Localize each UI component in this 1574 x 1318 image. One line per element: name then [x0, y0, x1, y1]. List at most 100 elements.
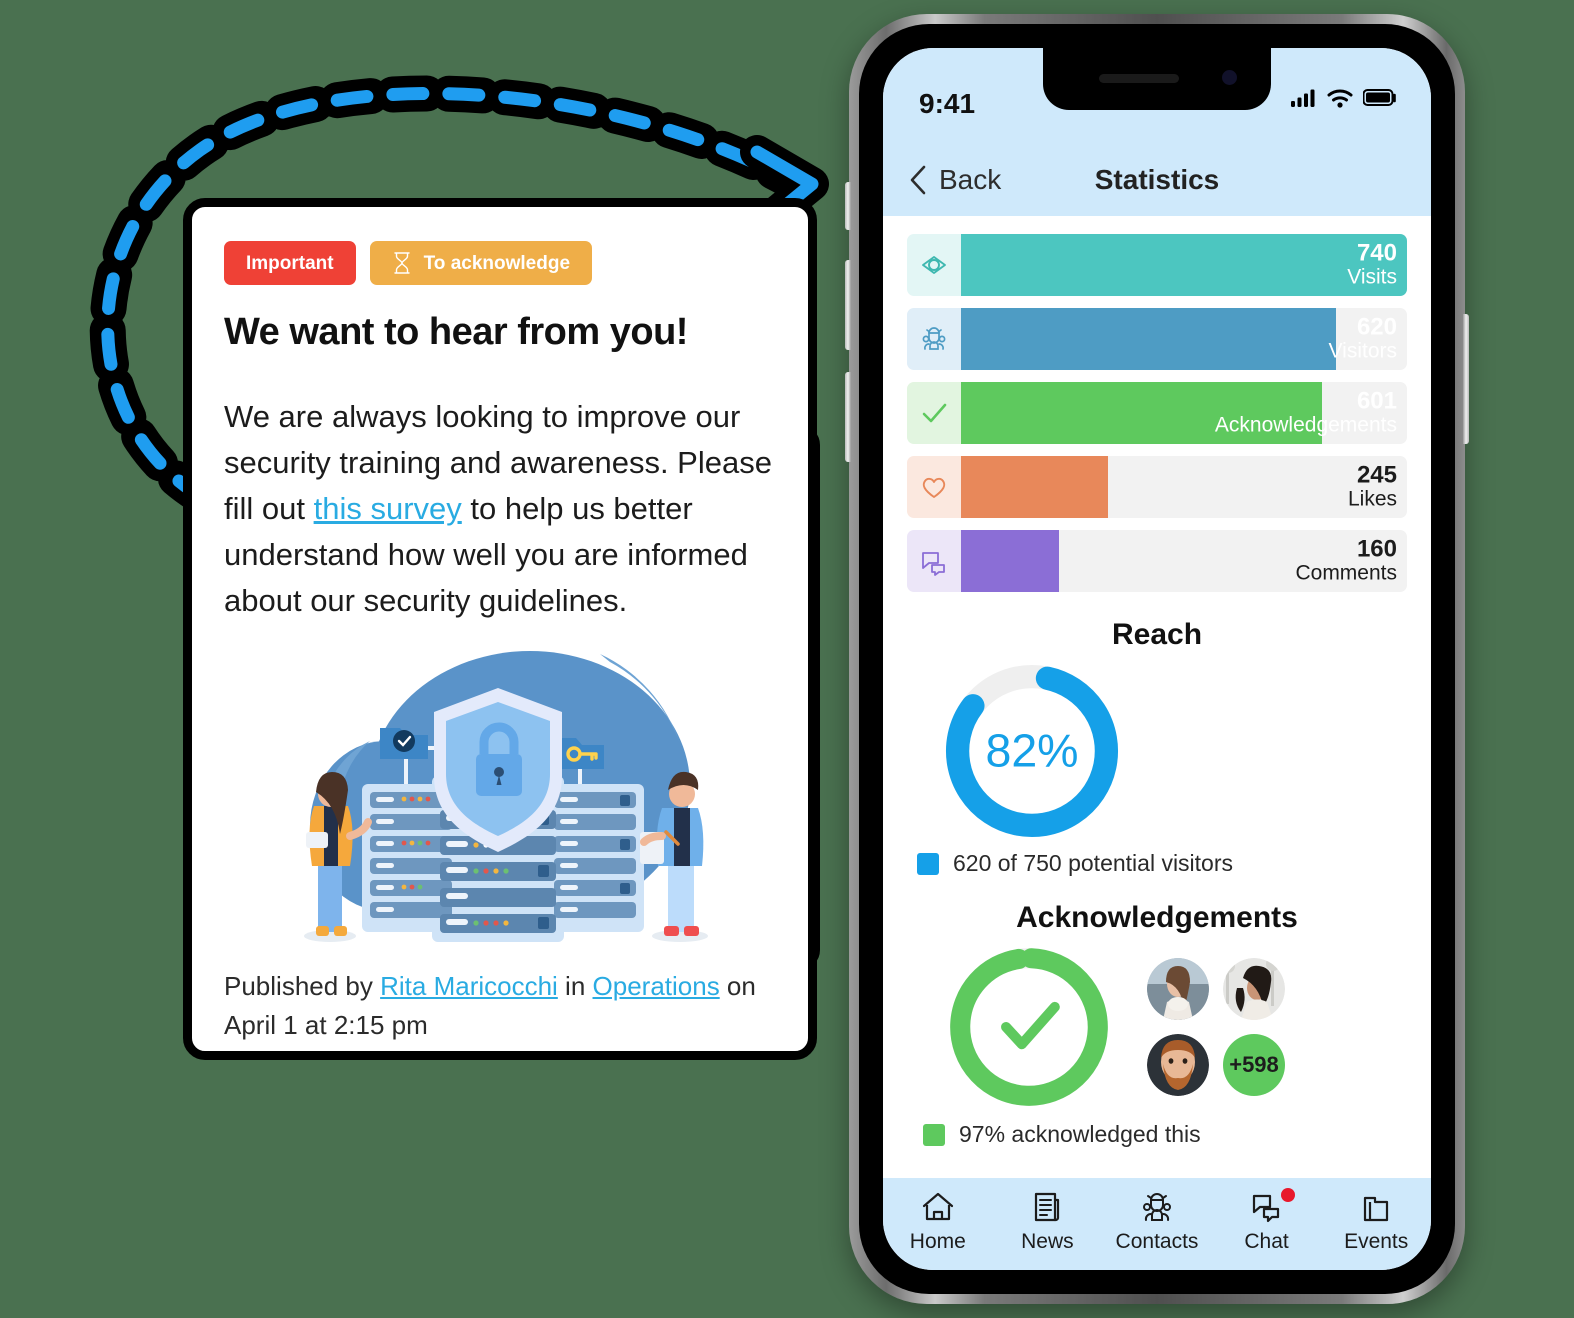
stat-value-acknowledgements: 601: [1356, 387, 1397, 415]
power-button[interactable]: [1463, 314, 1469, 444]
back-label: Back: [939, 164, 1002, 195]
acknowledgements-section-title: Acknowledgements: [1016, 901, 1298, 934]
front-camera: [1222, 70, 1237, 85]
stat-text-visitors: 620 Visitors: [1032, 313, 1407, 364]
stat-value-visits: 740: [1356, 239, 1397, 267]
home-icon: [922, 1192, 953, 1221]
heart-icon: [922, 477, 946, 498]
stat-track-visits: 740 Visits: [961, 234, 1407, 296]
eye-icon: [922, 256, 946, 274]
stat-icon-bg-acknowledgements: [907, 382, 961, 444]
reach-section-title: Reach: [1111, 618, 1203, 651]
cellular-signal-icon: [1291, 89, 1315, 107]
status-bar: 9:41: [883, 48, 1431, 144]
status-icon-group: [1291, 88, 1397, 108]
volume-down-button[interactable]: [845, 372, 851, 462]
avatar-more-count[interactable]: +598: [1223, 1034, 1285, 1096]
news-article-card: Important To acknowledge We want to hear…: [183, 198, 817, 1060]
back-button[interactable]: Back: [909, 164, 1001, 196]
tab-label-events: Events: [1344, 1230, 1409, 1253]
tab-chat[interactable]: Chat: [1212, 1188, 1322, 1254]
tab-contacts[interactable]: Contacts: [1102, 1190, 1212, 1254]
badge-group: Important To acknowledge: [224, 241, 776, 285]
security-servers-illustration: [304, 651, 708, 943]
article-body: We are always looking to improve our sec…: [224, 394, 776, 623]
wifi-icon: [1327, 89, 1353, 108]
volume-up-button[interactable]: [845, 260, 851, 350]
tab-events[interactable]: Events: [1321, 1190, 1431, 1254]
tab-news[interactable]: News: [993, 1190, 1103, 1254]
tab-home[interactable]: Home: [883, 1190, 993, 1254]
notch: [1043, 48, 1271, 110]
reach-legend-swatch: [917, 852, 939, 875]
contacts-icon: [1142, 1193, 1171, 1221]
tab-label-chat: Chat: [1244, 1230, 1289, 1253]
stat-text-visits: 740 Visits: [1347, 239, 1397, 290]
stat-row-visits[interactable]: 740 Visits: [907, 234, 1407, 296]
stat-label-likes: Likes: [1347, 487, 1397, 511]
page-title: We want to hear from you!: [224, 311, 688, 353]
stat-fill-visits: [961, 234, 1407, 296]
acknowledgement-avatars: +598: [1147, 958, 1285, 1096]
acknowledgements-donut: [950, 948, 1108, 1106]
chevron-left-icon: [910, 165, 926, 195]
stat-icon-bg-likes: [907, 456, 961, 518]
article-footer: Published by Rita Maricocchi in Operatio…: [224, 961, 776, 1045]
reach-legend: 620 of 750 potential visitors: [917, 850, 1407, 877]
stat-value-visitors: 620: [1356, 313, 1397, 341]
badge-important[interactable]: Important: [224, 241, 356, 285]
comments-icon: [922, 552, 945, 576]
stat-value-likes: 245: [1356, 461, 1397, 489]
stat-text-likes: 245 Likes: [1347, 461, 1397, 512]
avatar[interactable]: [1223, 958, 1285, 1020]
stat-label-visitors: Visitors: [1328, 339, 1397, 363]
stat-row-likes[interactable]: 245 Likes: [907, 456, 1407, 518]
tab-label-home: Home: [909, 1230, 966, 1253]
stat-icon-bg-visits: [907, 234, 961, 296]
stat-row-visitors[interactable]: 620 Visitors: [907, 308, 1407, 370]
stat-row-acknowledgements[interactable]: 601 Acknowledgements: [907, 382, 1407, 444]
author-link[interactable]: Rita Maricocchi: [380, 971, 558, 1001]
visitors-icon: [922, 327, 946, 350]
avatar[interactable]: [1147, 1034, 1209, 1096]
acknowledgements-legend-swatch: [923, 1123, 945, 1146]
phone-screen: 9:41 Back Statistics 740 Visits 620 Visi…: [883, 48, 1431, 1270]
badge-acknowledge-label: To acknowledge: [423, 252, 571, 274]
news-icon: [1035, 1192, 1060, 1222]
reach-legend-text: 620 of 750 potential visitors: [953, 850, 1234, 876]
badge-important-label: Important: [246, 252, 334, 274]
footer-middle: in: [557, 971, 593, 1002]
reach-percent-label: 82%: [985, 725, 1078, 777]
stat-fill-comments: [961, 530, 1060, 592]
hourglass-icon: [392, 251, 412, 275]
reach-chart: 82%: [907, 658, 1407, 844]
footer-prefix: Published by: [224, 971, 381, 1002]
stat-text-acknowledgements: 601 Acknowledgements: [1046, 387, 1407, 438]
battery-icon: [1363, 89, 1396, 106]
events-folder-icon: [1364, 1196, 1389, 1222]
stat-track-visitors: 620 Visitors: [961, 308, 1407, 370]
stat-label-comments: Comments: [1295, 561, 1397, 585]
stat-row-comments[interactable]: 160 Comments: [907, 530, 1407, 592]
chat-unread-badge: [1281, 1188, 1296, 1202]
mute-switch[interactable]: [845, 182, 851, 230]
chat-icon: [1252, 1194, 1279, 1223]
illustration-container: [224, 631, 776, 961]
check-icon: [922, 403, 947, 423]
acknowledgements-legend: 97% acknowledged this: [923, 1121, 1407, 1148]
avatar[interactable]: [1147, 958, 1209, 1020]
nav-bar: Back Statistics: [883, 144, 1431, 216]
check-icon: [1001, 1001, 1060, 1050]
stat-icon-bg-comments: [907, 530, 961, 592]
tab-label-contacts: Contacts: [1115, 1230, 1199, 1253]
stat-track-likes: 245 Likes: [961, 456, 1407, 518]
acknowledgements-legend-text: 97% acknowledged this: [959, 1121, 1201, 1147]
status-time: 9:41: [919, 88, 976, 119]
statistics-content: 740 Visits 620 Visitors 601 Acknowledgem…: [883, 216, 1431, 1178]
badge-to-acknowledge[interactable]: To acknowledge: [369, 241, 593, 285]
screenshot-root: Important To acknowledge We want to hear…: [0, 0, 1574, 1318]
channel-link[interactable]: Operations: [593, 971, 720, 1001]
stat-label-acknowledgements: Acknowledgements: [1214, 413, 1397, 437]
survey-link[interactable]: this survey: [314, 491, 462, 526]
acknowledgements-chart: +598: [907, 941, 1407, 1113]
